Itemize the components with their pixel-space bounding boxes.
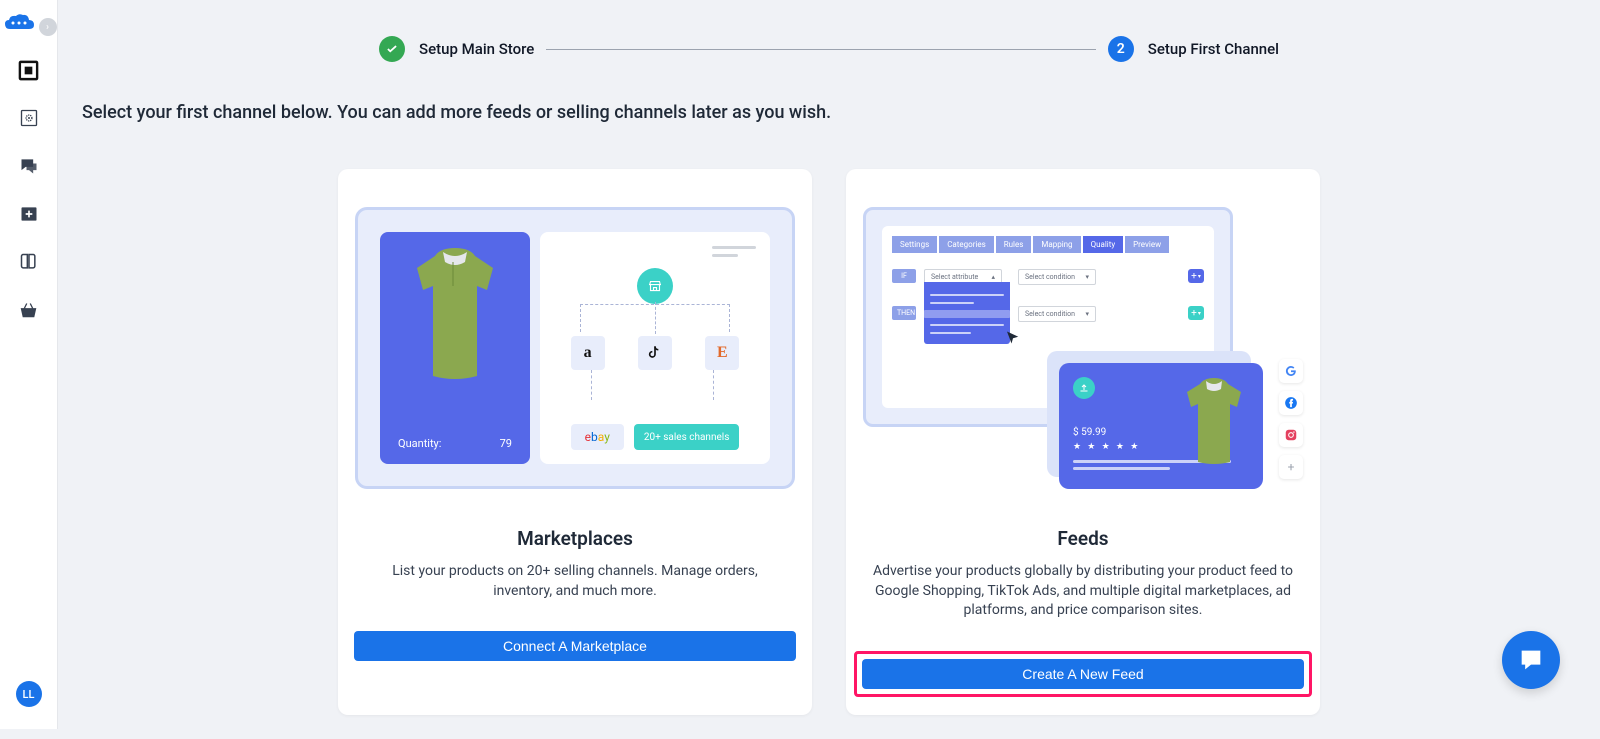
logo-icon	[1, 13, 37, 41]
highlight-annotation: Create A New Feed	[854, 651, 1312, 697]
connect-marketplace-button[interactable]: Connect A Marketplace	[354, 631, 796, 661]
marketplaces-illustration: Quantity: 79 a E	[355, 207, 795, 489]
plus-icon: +▾	[1188, 306, 1204, 320]
quantity-value: 79	[500, 437, 512, 450]
create-feed-button[interactable]: Create A New Feed	[862, 659, 1304, 689]
add-social-icon: +	[1279, 455, 1303, 479]
ebay-icon: ebay	[571, 424, 624, 450]
amazon-icon: a	[571, 336, 605, 370]
tiktok-icon	[638, 336, 672, 370]
cards-row: Quantity: 79 a E	[82, 169, 1576, 715]
sidebar: › LL	[0, 0, 58, 729]
step-divider	[546, 49, 1095, 50]
chevron-right-icon: ›	[39, 18, 57, 36]
etsy-icon: E	[705, 336, 739, 370]
quantity-label: Quantity:	[398, 437, 441, 450]
upload-icon	[1073, 377, 1095, 399]
google-icon	[1279, 359, 1303, 383]
illus-select: Select condition▾	[1018, 269, 1096, 285]
feeds-description: Advertise your products globally by dist…	[862, 562, 1304, 621]
step-2-number: 2	[1108, 36, 1134, 62]
nav-docs[interactable]	[0, 238, 57, 286]
cursor-icon	[1004, 330, 1022, 352]
stepper: Setup Main Store 2 Setup First Channel	[379, 36, 1279, 62]
marketplaces-title: Marketplaces	[517, 527, 633, 550]
plus-icon: +▾	[1188, 269, 1204, 283]
facebook-icon	[1279, 391, 1303, 415]
illus-select: Select condition▾	[1018, 306, 1096, 322]
pill-then: THEN	[892, 306, 916, 320]
illus-tab: Settings	[892, 236, 937, 253]
logo[interactable]: ›	[1, 0, 57, 46]
step-1-label: Setup Main Store	[419, 40, 534, 58]
avatar[interactable]: LL	[16, 681, 42, 707]
step-2-label: Setup First Channel	[1148, 40, 1279, 58]
step-1: Setup Main Store	[379, 36, 534, 62]
feeds-title: Feeds	[1057, 527, 1108, 550]
step-2: 2 Setup First Channel	[1108, 36, 1279, 62]
illus-tab: Preview	[1125, 236, 1169, 253]
card-marketplaces: Quantity: 79 a E	[338, 169, 812, 715]
chat-fab[interactable]	[1502, 631, 1560, 689]
illus-tab: Rules	[996, 236, 1032, 253]
main-content: Setup Main Store 2 Setup First Channel S…	[58, 0, 1600, 739]
illus-tab: Categories	[939, 236, 994, 253]
nav-settings[interactable]	[0, 94, 57, 142]
instruction-text: Select your first channel below. You can…	[82, 102, 1576, 123]
marketplaces-description: List your products on 20+ selling channe…	[354, 562, 796, 601]
illus-tab-active: Quality	[1083, 236, 1124, 253]
check-icon	[379, 36, 405, 62]
pill-if: IF	[892, 269, 916, 283]
illus-tab: Mapping	[1033, 236, 1080, 253]
polo-shirt-icon	[1179, 377, 1249, 467]
sales-channels-chip: 20+ sales channels	[634, 424, 740, 450]
instagram-icon	[1279, 423, 1303, 447]
polo-shirt-icon	[405, 246, 505, 386]
nav-dashboard[interactable]	[0, 46, 57, 94]
nav-chat[interactable]	[0, 142, 57, 190]
feeds-illustration: Settings Categories Rules Mapping Qualit…	[863, 207, 1303, 489]
hub-icon	[637, 268, 673, 304]
card-feeds: Settings Categories Rules Mapping Qualit…	[846, 169, 1320, 715]
nav-add[interactable]	[0, 190, 57, 238]
nav-basket[interactable]	[0, 286, 57, 334]
